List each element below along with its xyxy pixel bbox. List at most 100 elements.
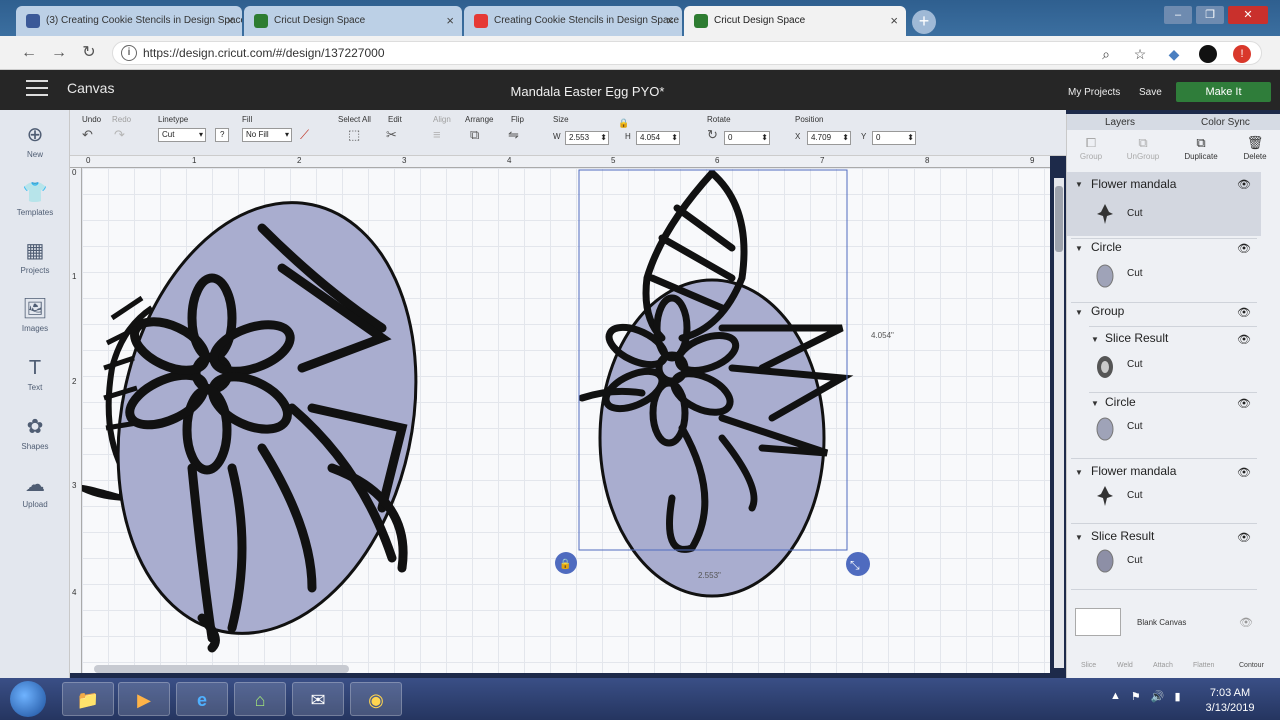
profile-avatar[interactable] [1199,45,1217,63]
undo-icon[interactable]: ↶ [82,127,93,143]
tab-color-sync[interactable]: Color Sync [1201,117,1250,128]
eye-icon[interactable]: 👁 [1237,531,1251,544]
start-button[interactable] [10,681,46,717]
browser-tab[interactable]: Cricut Design Space × [244,6,462,36]
linetype-select[interactable]: Cut ▾ [158,128,206,142]
site-info-icon[interactable]: i [121,45,137,61]
vertical-scrollbar[interactable] [1054,178,1064,668]
x-position-input[interactable]: 4.709 ⬍ [807,131,851,145]
flatten-button[interactable]: Flatten [1193,662,1214,669]
make-it-button[interactable]: Make It [1176,82,1271,102]
horizontal-scrollbar[interactable] [94,665,349,673]
projects-button[interactable]: ▦ Projects [0,238,70,275]
shapes-button[interactable]: ✿ Shapes [0,414,70,451]
system-clock[interactable]: 7:03 AM 3/13/2019 [1200,686,1260,716]
new-tab-button[interactable]: + [912,10,936,34]
internet-explorer-icon[interactable]: e [176,682,228,716]
fill-swatch-icon[interactable]: ⟋ [300,127,309,143]
chevron-down-icon[interactable]: ▼ [1075,468,1083,477]
text-button[interactable]: T Text [0,355,70,392]
chevron-down-icon[interactable]: ▼ [1075,244,1083,253]
scroll-thumb[interactable] [1055,186,1063,252]
browser-tab[interactable]: Creating Cookie Stencils in Design Space… [464,6,682,36]
browser-tab[interactable]: (3) Creating Cookie Stencils in Design S… [16,6,242,36]
eye-icon[interactable]: 👁 [1237,306,1251,319]
forward-button[interactable]: → [48,42,70,64]
media-player-icon[interactable]: ▶ [118,682,170,716]
show-hidden-icons-icon[interactable]: ▲ [1110,690,1121,703]
width-input[interactable]: 2.553 ⬍ [565,131,609,145]
bookmark-star-icon[interactable]: ☆ [1131,46,1149,63]
close-tab-icon[interactable]: × [446,6,454,36]
layer-item[interactable]: ▼ Slice Result 👁 Cut [1067,529,1261,589]
chevron-down-icon[interactable]: ▼ [1091,399,1099,408]
chrome-menu-alert-icon[interactable]: ! [1233,45,1251,63]
slice-button[interactable]: Slice [1081,662,1096,669]
my-projects-button[interactable]: My Projects [1068,87,1120,98]
chevron-down-icon[interactable]: ▼ [1075,180,1083,189]
upload-button[interactable]: ☁ Upload [0,472,70,509]
fill-select[interactable]: No Fill ▾ [242,128,292,142]
hidden-eye-icon[interactable]: 👁 [1239,616,1253,629]
close-tab-icon[interactable]: × [890,6,898,36]
layer-group[interactable]: ▼ Group 👁 [1067,304,1261,328]
close-tab-icon[interactable]: × [226,6,234,36]
edit-icon[interactable]: ✂ [386,127,397,143]
left-egg-design[interactable] [82,175,454,662]
attach-button[interactable]: Attach [1153,662,1173,669]
arrange-icon[interactable]: ⧉ [470,127,479,143]
eye-icon[interactable]: 👁 [1237,333,1251,346]
tab-layers[interactable]: Layers [1105,117,1135,128]
layer-item[interactable]: ▼ Slice Result 👁 Cut [1067,331,1261,391]
eye-icon[interactable]: 👁 [1237,242,1251,255]
select-all-icon[interactable]: ⬚ [348,127,360,143]
maximize-button[interactable]: ❐ [1196,6,1224,24]
layer-item[interactable]: ▼ Circle 👁 Cut [1067,395,1261,455]
extension-icon[interactable]: ◆ [1165,46,1183,63]
lock-icon[interactable]: 🔒 [618,118,629,129]
layer-item[interactable]: ▼ Circle 👁 Cut [1067,240,1261,300]
images-button[interactable]: 🖼 Images [0,296,70,333]
align-icon[interactable]: ≡ [433,127,441,142]
design-canvas[interactable]: 🔒 ⤡ 4.054" 2.553" [82,168,1050,673]
duplicate-button[interactable]: ⧉ Duplicate [1177,135,1225,161]
back-button[interactable]: ← [18,42,40,64]
eye-icon[interactable]: 👁 [1237,178,1251,191]
save-button[interactable]: Save [1139,87,1162,98]
browser-tab-active[interactable]: Cricut Design Space × [684,6,906,36]
rotate-icon[interactable]: ↻ [707,127,718,143]
delete-button[interactable]: 🗑 Delete [1231,135,1279,161]
right-egg-design-selected[interactable]: 🔒 ⤡ [555,169,870,598]
eye-icon[interactable]: 👁 [1237,466,1251,479]
chrome-icon[interactable]: ◉ [350,682,402,716]
templates-button[interactable]: 👕 Templates [0,180,70,217]
chevron-down-icon[interactable]: ▼ [1075,308,1083,317]
chevron-down-icon[interactable]: ▼ [1091,335,1099,344]
url-input[interactable]: i https://design.cricut.com/#/design/137… [112,41,1262,65]
reload-button[interactable]: ↻ [78,42,100,64]
close-tab-icon[interactable]: × [666,6,674,36]
volume-icon[interactable]: 🔊 [1151,690,1165,703]
minimize-button[interactable]: ‒ [1164,6,1192,24]
ungroup-button[interactable]: ⧉ UnGroup [1119,135,1167,161]
weld-button[interactable]: Weld [1117,662,1133,669]
layer-item[interactable]: ▼ Flower mandala 👁 Cut [1067,172,1261,236]
layer-item[interactable]: ▼ Flower mandala 👁 Cut [1067,464,1261,524]
y-position-input[interactable]: 0 ⬍ [872,131,916,145]
group-button[interactable]: ⧠ Group [1067,135,1115,161]
action-center-icon[interactable]: ⚑ [1131,690,1141,703]
hp-app-icon[interactable]: ⌂ [234,682,286,716]
eye-icon[interactable]: 👁 [1237,397,1251,410]
network-icon[interactable]: ▮ [1174,690,1180,703]
chevron-down-icon[interactable]: ▼ [1075,533,1083,542]
zoom-icon[interactable]: ⌕ [1097,46,1115,63]
new-button[interactable]: ⊕ New [0,122,70,159]
height-input[interactable]: 4.054 ⬍ [636,131,680,145]
mail-icon[interactable]: ✉ [292,682,344,716]
folder-icon[interactable]: 📁 [62,682,114,716]
contour-button[interactable]: Contour [1239,662,1264,669]
redo-icon[interactable]: ↷ [114,127,125,143]
linetype-help-button[interactable]: ? [215,128,229,142]
close-window-button[interactable]: ✕ [1228,6,1268,24]
flip-icon[interactable]: ⇋ [508,127,519,143]
